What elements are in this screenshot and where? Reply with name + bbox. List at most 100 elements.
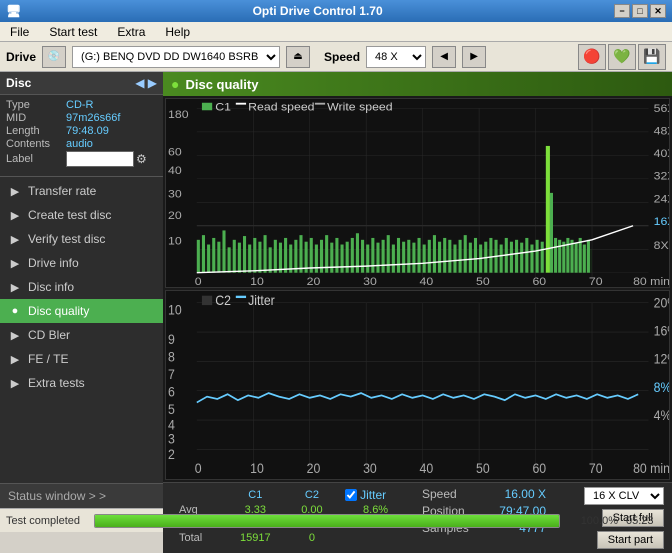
svg-text:20: 20 [168, 209, 182, 222]
restore-button[interactable]: □ [632, 4, 648, 18]
toolbar-icon-2[interactable]: 💚 [608, 44, 636, 70]
jitter-checkbox[interactable] [345, 489, 357, 501]
length-key: Length [6, 125, 66, 137]
drive-icon: 💿 [42, 46, 66, 68]
speed-right-button[interactable]: ▶ [462, 46, 486, 68]
svg-text:8%: 8% [654, 379, 669, 395]
cd-bler-icon: ▶ [8, 329, 22, 342]
type-key: Type [6, 99, 66, 111]
toolbar-icon-1[interactable]: 🔴 [578, 44, 606, 70]
start-part-button[interactable]: Start part [597, 531, 664, 549]
col-header-c1: C1 [224, 487, 287, 503]
svg-text:16X: 16X [654, 214, 669, 227]
sidebar-item-create-test-disc[interactable]: ▶ Create test disc [0, 203, 163, 227]
menu-extra[interactable]: Extra [111, 23, 151, 41]
sidebar-item-extra-tests[interactable]: ▶ Extra tests [0, 371, 163, 395]
disc-info-icon: ▶ [8, 281, 22, 294]
svg-text:10: 10 [250, 274, 264, 286]
svg-text:40: 40 [420, 274, 434, 286]
eject-button[interactable]: ⏏ [286, 46, 310, 68]
speed-row: Speed 16.00 X [422, 487, 546, 501]
progress-bar [94, 514, 560, 528]
label-key: Label [6, 153, 66, 165]
col-header-blank [171, 487, 224, 503]
svg-text:2: 2 [168, 446, 175, 462]
disc-quality-header-icon: ● [171, 76, 179, 92]
disc-quality-title: Disc quality [185, 77, 258, 92]
col-header-jitter: Jitter [337, 487, 414, 503]
svg-text:60: 60 [532, 274, 546, 286]
svg-text:50: 50 [476, 274, 490, 286]
window-controls: − □ ✕ [614, 4, 666, 18]
c1-chart: 56X 48X 40X 32X 24X 16X 8X 180 60 40 30 … [165, 98, 670, 288]
drive-info-icon: ▶ [8, 257, 22, 270]
c2-chart: 20% 16% 12% 8% 4% 10 9 8 7 6 5 4 3 2 0 [165, 290, 670, 480]
sidebar-item-disc-info[interactable]: ▶ Disc info [0, 275, 163, 299]
sidebar: Disc ◀ ▶ Type CD-R MID 97m26s66f Length … [0, 72, 163, 508]
svg-text:3: 3 [168, 431, 175, 447]
menu-help[interactable]: Help [159, 23, 196, 41]
total-c1: 15917 [224, 531, 287, 545]
speed-key: Speed [422, 487, 457, 501]
sidebar-item-transfer-rate[interactable]: ▶ Transfer rate [0, 179, 163, 203]
sidebar-item-cd-bler[interactable]: ▶ CD Bler [0, 323, 163, 347]
status-window-button[interactable]: Status window > > [0, 483, 163, 508]
sidebar-label-transfer-rate: Transfer rate [28, 184, 96, 198]
svg-text:180: 180 [168, 107, 189, 120]
sidebar-item-verify-test-disc[interactable]: ▶ Verify test disc [0, 227, 163, 251]
svg-text:C1: C1 [215, 100, 231, 113]
svg-text:20%: 20% [654, 294, 669, 310]
sidebar-label-cd-bler: CD Bler [28, 328, 70, 342]
svg-text:10: 10 [168, 234, 182, 247]
menu-bar: File Start test Extra Help [0, 22, 672, 42]
close-button[interactable]: ✕ [650, 4, 666, 18]
status-window-label: Status window > > [8, 489, 106, 503]
speed-left-button[interactable]: ◀ [432, 46, 456, 68]
svg-text:5: 5 [168, 401, 175, 417]
gear-icon[interactable]: ⚙ [136, 152, 147, 166]
menu-start-test[interactable]: Start test [43, 23, 103, 41]
svg-text:7: 7 [168, 366, 175, 382]
mid-value: 97m26s66f [66, 112, 120, 124]
elapsed-time: 05:23 [626, 515, 666, 527]
svg-text:8: 8 [168, 348, 175, 364]
speed-dropdown[interactable]: 16 X CLV [584, 487, 664, 505]
svg-text:56X: 56X [654, 102, 669, 115]
svg-text:32X: 32X [654, 169, 669, 182]
svg-text:40X: 40X [654, 147, 669, 160]
main-layout: Disc ◀ ▶ Type CD-R MID 97m26s66f Length … [0, 72, 672, 508]
svg-text:Write speed: Write speed [327, 100, 392, 113]
sidebar-label-create-test: Create test disc [28, 208, 111, 222]
mid-key: MID [6, 112, 66, 124]
toolbar-icon-3[interactable]: 💾 [638, 44, 666, 70]
col-header-c2: C2 [287, 487, 337, 503]
sidebar-item-drive-info[interactable]: ▶ Drive info [0, 251, 163, 275]
sidebar-label-fe-te: FE / TE [28, 352, 68, 366]
label-input[interactable] [66, 151, 134, 167]
app-icon: 🖥 [6, 4, 21, 18]
contents-value: audio [66, 138, 93, 150]
svg-text:50: 50 [476, 460, 490, 476]
svg-text:70: 70 [589, 274, 603, 286]
sidebar-label-extra-tests: Extra tests [28, 376, 85, 390]
speed-select[interactable]: 48 X [366, 46, 426, 68]
transfer-rate-icon: ▶ [8, 185, 22, 198]
menu-file[interactable]: File [4, 23, 35, 41]
svg-text:6: 6 [168, 384, 175, 400]
svg-text:30: 30 [168, 187, 182, 200]
speed-val: 16.00 X [505, 487, 546, 501]
create-test-icon: ▶ [8, 209, 22, 222]
disc-arrow[interactable]: ◀ ▶ [135, 76, 157, 90]
drive-select[interactable]: (G:) BENQ DVD DD DW1640 BSRB [72, 46, 280, 68]
total-c2: 0 [287, 531, 337, 545]
minimize-button[interactable]: − [614, 4, 630, 18]
svg-text:8X: 8X [654, 239, 669, 252]
disc-info: Type CD-R MID 97m26s66f Length 79:48.09 … [0, 95, 163, 174]
sidebar-item-disc-quality[interactable]: ● Disc quality [0, 299, 163, 323]
sidebar-item-fe-te[interactable]: ▶ FE / TE [0, 347, 163, 371]
svg-text:0: 0 [195, 274, 202, 286]
svg-text:80 min: 80 min [633, 460, 669, 476]
svg-text:60: 60 [168, 145, 182, 158]
total-jitter [337, 531, 414, 545]
svg-text:Jitter: Jitter [248, 292, 275, 308]
